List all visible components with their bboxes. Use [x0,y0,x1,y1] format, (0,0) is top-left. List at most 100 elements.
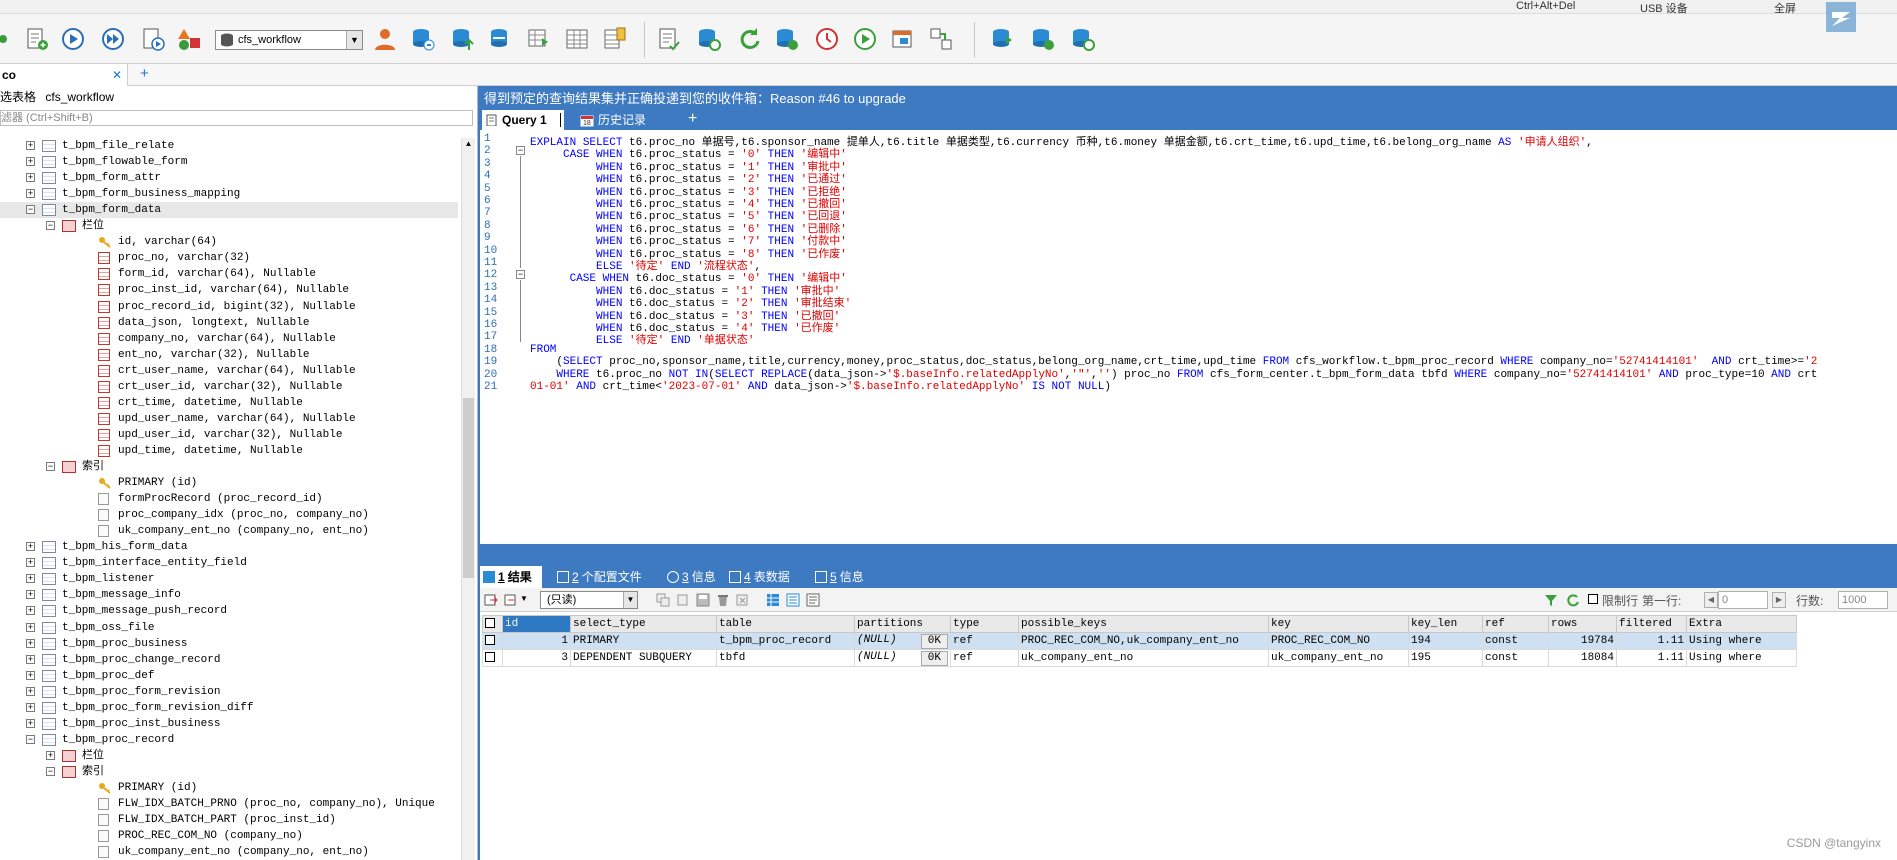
table-node[interactable]: + t_bpm_flowable_form [0,154,458,170]
add-query-tab-button[interactable]: + [688,108,697,130]
backup-icon[interactable] [410,26,436,52]
column-node[interactable]: crt_user_name, varchar(64), Nullable [0,363,458,379]
tab-result-3[interactable]: 3 信息 [664,566,716,588]
index-node[interactable]: PROC_REC_COM_NO (company_no) [0,828,458,844]
column-header[interactable]: select_type [570,615,717,633]
copy-row-icon[interactable] [656,593,670,607]
refresh-icon[interactable] [736,26,762,52]
tree-scrollbar[interactable]: ▲ [461,138,475,860]
table-cell[interactable]: const [1482,649,1549,667]
column-node[interactable]: ent_no, varchar(32), Nullable [0,347,458,363]
column-header[interactable]: Extra [1686,615,1797,633]
expand-icon[interactable]: + [26,590,35,600]
column-node[interactable]: PRIMARY (id) [0,475,458,491]
collapse-icon[interactable]: − [46,221,55,231]
column-node[interactable]: upd_user_id, varchar(32), Nullable [0,427,458,443]
execute-query-icon[interactable] [60,26,86,52]
index-node[interactable]: FLW_IDX_BATCH_PART (proc_inst_id) [0,812,458,828]
table-node[interactable]: + t_bpm_proc_form_revision [0,684,458,700]
tab-query-1[interactable]: Query 1 [482,110,564,130]
tab-history[interactable]: 18 历史记录 [580,110,646,130]
form-view-icon[interactable] [786,593,800,607]
expand-icon[interactable]: + [26,542,35,552]
table-node[interactable]: + t_bpm_his_form_data [0,539,458,555]
tab-connection[interactable]: co ✕ [0,64,128,86]
limit-rows-checkbox[interactable] [1588,594,1598,604]
table-export-icon[interactable] [526,26,552,52]
table-cell[interactable]: uk_company_ent_no [1018,649,1269,667]
new-query-icon[interactable] [24,26,50,52]
chevron-down-icon[interactable]: ▼ [346,31,362,49]
column-header[interactable]: filtered [1616,615,1687,633]
sql-editor[interactable]: 1 EXPLAIN SELECT t6.proc_no 单据号,t6.sponso… [480,130,1897,544]
table-cell[interactable]: DEPENDENT SUBQUERY [570,649,717,667]
column-node[interactable]: id, varchar(64) [0,234,458,250]
table-cell[interactable]: PRIMARY [570,632,717,650]
execute-all-icon[interactable] [100,26,126,52]
close-icon[interactable]: ✕ [112,67,122,83]
column-header[interactable]: partitions [854,615,951,633]
cell-ok-button[interactable]: 0K [920,633,948,649]
sync-schema-icon[interactable] [488,26,514,52]
table-node[interactable]: + t_bpm_proc_form_revision_diff [0,700,458,716]
column-header[interactable]: possible_keys [1018,615,1269,633]
duplicate-icon[interactable] [676,593,690,607]
expand-icon[interactable]: + [26,702,35,712]
column-node[interactable]: PRIMARY (id) [0,780,458,796]
table-cell[interactable]: (NULL) 0K [854,632,951,650]
table-node[interactable]: + t_bpm_proc_change_record [0,652,458,668]
folder-node[interactable]: − 栏位 [0,218,458,234]
row-count-input[interactable]: 1000 [1838,591,1888,609]
next-page-icon[interactable]: ▶ [1772,592,1786,608]
column-node[interactable]: data_json, longtext, Nullable [0,315,458,331]
index-node[interactable]: proc_company_idx (proc_no, company_no) [0,507,458,523]
db-schedule-icon[interactable] [774,26,800,52]
table-node[interactable]: + t_bpm_proc_inst_business [0,716,458,732]
table-node[interactable]: + t_bpm_interface_entity_field [0,555,458,571]
table-node[interactable]: − t_bpm_proc_record [0,732,458,748]
table-cell[interactable]: PROC_REC_COM_NO,uk_company_ent_no [1018,632,1269,650]
shapes-icon[interactable] [176,26,202,52]
expand-icon[interactable]: + [26,189,35,199]
column-header[interactable]: type [950,615,1019,633]
tab-result-5[interactable]: 5 信息 [812,566,864,588]
prev-page-icon[interactable]: ◀ [1704,592,1718,608]
export-icon[interactable] [484,593,498,607]
delete-icon[interactable] [716,593,730,607]
expand-icon[interactable]: + [26,574,35,584]
upgrade-notice[interactable]: 得到预定的查询结果集并正确投递到您的收件箱：Reason #46 to upgr… [484,88,906,107]
table-node[interactable]: − t_bpm_form_data [0,202,458,219]
collapse-icon[interactable]: − [26,205,35,215]
tab-result-4[interactable]: 4 表数据 [726,566,790,588]
readonly-mode-select[interactable]: (只读) ▼ [540,591,638,609]
expand-icon[interactable]: + [26,670,35,680]
folder-node[interactable]: − 索引 [0,764,458,780]
expand-icon[interactable]: + [26,558,35,568]
column-header[interactable]: ref [1482,615,1549,633]
expand-icon[interactable]: + [26,622,35,632]
table-cell[interactable]: 195 [1408,649,1483,667]
tab-result-2[interactable]: 2 个配置文件 [554,566,642,588]
add-tab-button[interactable]: + [140,66,149,82]
table-cell[interactable]: uk_company_ent_no [1268,649,1409,667]
db-compare-icon[interactable] [1070,26,1096,52]
table-row[interactable]: 1 PRIMARY t_bpm_proc_record (NULL) 0K ref PROC… [482,632,1797,650]
row-checkbox[interactable] [485,635,495,646]
column-node[interactable]: crt_user_id, varchar(32), Nullable [0,379,458,395]
table-cell[interactable]: 1 [502,632,571,650]
connect-icon[interactable] [0,26,10,52]
expand-icon[interactable]: + [26,141,35,150]
refresh-results-icon[interactable] [1566,593,1580,607]
row-checkbox[interactable] [485,652,495,663]
collapse-icon[interactable]: − [46,766,55,776]
fold-toggle-icon[interactable]: − [516,270,525,280]
table-cell[interactable]: 19784 [1548,632,1617,650]
table-node[interactable]: + t_bpm_form_business_mapping [0,186,458,202]
folder-node[interactable]: − 索引 [0,459,458,475]
column-node[interactable]: form_id, varchar(64), Nullable [0,266,458,282]
table-cell[interactable]: (NULL) 0K [854,649,951,667]
table-cell[interactable]: Using where [1686,649,1797,667]
cancel-changes-icon[interactable] [736,593,750,607]
db-refresh-icon[interactable] [696,26,722,52]
play-schedule-icon[interactable] [852,26,878,52]
